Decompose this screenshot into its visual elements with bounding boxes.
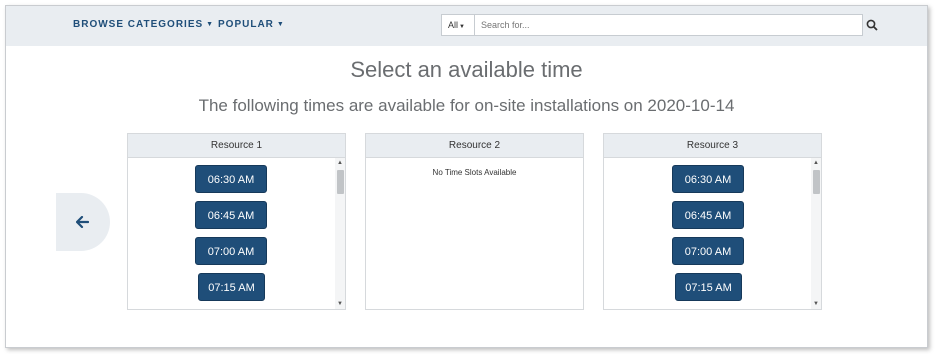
time-slot-button[interactable]: 06:45 AM [195,201,267,229]
back-button[interactable] [56,193,110,251]
scroll-up-icon[interactable]: ▲ [811,158,821,168]
time-slot-list[interactable]: 06:30 AM 06:45 AM 07:00 AM 07:15 AM ▲ ▼ [604,158,821,309]
search-scope-value: All [448,20,459,30]
time-slot-button[interactable]: 07:15 AM [675,273,742,301]
scrollbar[interactable]: ▲ ▼ [335,158,345,309]
browse-categories-menu[interactable]: BROWSE CATEGORIES ▼ [73,19,214,30]
time-slot-button[interactable]: 06:30 AM [672,165,744,193]
resource-panel-3: Resource 3 06:30 AM 06:45 AM 07:00 AM 07… [603,133,822,310]
time-slot-button[interactable]: 06:45 AM [672,201,744,229]
resource-panel-header: Resource 2 [366,134,583,158]
search-button[interactable] [866,18,882,34]
resource-panel-header: Resource 3 [604,134,821,158]
time-slot-button[interactable]: 07:00 AM [672,237,744,265]
app-window: BROWSE CATEGORIES▼ POPULAR▼ All▼ Select … [5,5,928,348]
time-slot-button[interactable]: 07:15 AM [198,273,265,301]
browse-categories-label: BROWSE CATEGORIES [73,19,204,30]
page-subtitle: The following times are available for on… [198,96,735,115]
chevron-down-icon: ▼ [206,21,215,28]
search-icon [866,19,878,31]
scroll-up-icon[interactable]: ▲ [335,158,345,168]
top-navigation-bar: BROWSE CATEGORIES ▼ POPULAR ▼ All▼ [6,6,927,46]
arrow-left-icon [76,216,89,228]
chevron-down-icon: ▼ [276,21,285,28]
scroll-down-icon[interactable]: ▼ [811,299,821,309]
search-input[interactable] [474,14,863,36]
scrollbar-thumb[interactable] [337,170,344,194]
popular-menu[interactable]: POPULAR ▼ [218,19,285,30]
scrollbar[interactable]: ▲ ▼ [811,158,821,309]
no-slots-message: No Time Slots Available [432,168,517,177]
time-slot-list: No Time Slots Available [366,158,583,309]
scrollbar-thumb[interactable] [813,170,820,194]
page-title: Select an available time [350,57,583,82]
chevron-down-icon: ▼ [459,24,465,30]
scroll-down-icon[interactable]: ▼ [335,299,345,309]
time-slot-button[interactable]: 06:30 AM [195,165,267,193]
time-slot-button[interactable]: 07:00 AM [195,237,267,265]
time-slot-list[interactable]: 06:30 AM 06:45 AM 07:00 AM 07:15 AM ▲ ▼ [128,158,345,309]
search-scope-dropdown[interactable]: All▼ [441,14,475,36]
resource-panel-1: Resource 1 06:30 AM 06:45 AM 07:00 AM 07… [127,133,346,310]
resource-panel-2: Resource 2 No Time Slots Available [365,133,584,310]
resource-panel-header: Resource 1 [128,134,345,158]
popular-label: POPULAR [218,19,274,30]
